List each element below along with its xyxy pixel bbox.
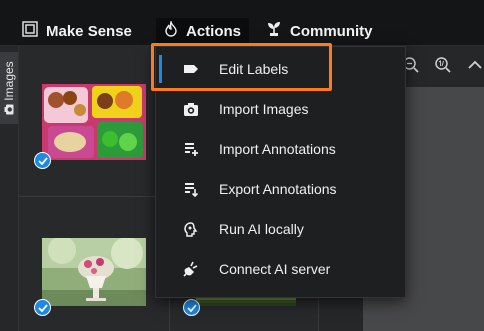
tab-images[interactable]: Images xyxy=(0,52,18,124)
ai-brain-icon xyxy=(182,220,200,238)
tab-images-label: Images xyxy=(2,61,16,101)
brand-label: Make Sense xyxy=(46,22,132,40)
plug-icon xyxy=(182,260,200,278)
flower-vase-image[interactable] xyxy=(42,238,146,306)
nav-actions[interactable]: Actions xyxy=(156,18,250,44)
checkmark-icon xyxy=(34,152,51,169)
camera-icon xyxy=(182,100,200,118)
camera-icon xyxy=(4,104,14,115)
checkmark-icon xyxy=(34,299,51,316)
flame-icon xyxy=(164,18,178,42)
highlight-box xyxy=(151,43,332,91)
nav-community-label: Community xyxy=(290,22,373,40)
playlist-add-icon xyxy=(182,140,200,158)
menu-item-connect-ai-server[interactable]: Connect AI server xyxy=(156,251,405,287)
playlist-export-icon xyxy=(182,180,200,198)
checkmark-icon xyxy=(183,299,200,316)
brand[interactable]: Make Sense xyxy=(22,20,132,42)
plant-icon xyxy=(266,21,282,42)
lunchbox-image[interactable] xyxy=(42,84,146,160)
menu-item-export-annotations[interactable]: Export Annotations xyxy=(156,171,405,207)
menu-item-run-ai-locally[interactable]: Run AI locally xyxy=(156,211,405,247)
nav-actions-label: Actions xyxy=(186,22,242,40)
square-frame-icon xyxy=(22,20,38,42)
menu-item-import-annotations[interactable]: Import Annotations xyxy=(156,131,405,167)
nav-community[interactable]: Community xyxy=(258,18,381,44)
top-navigation-bar: Make Sense Actions Community xyxy=(0,0,484,46)
collapse-icon[interactable] xyxy=(467,57,484,78)
zoom-fit-icon[interactable] xyxy=(434,56,452,79)
menu-item-import-images[interactable]: Import Images xyxy=(156,91,405,127)
